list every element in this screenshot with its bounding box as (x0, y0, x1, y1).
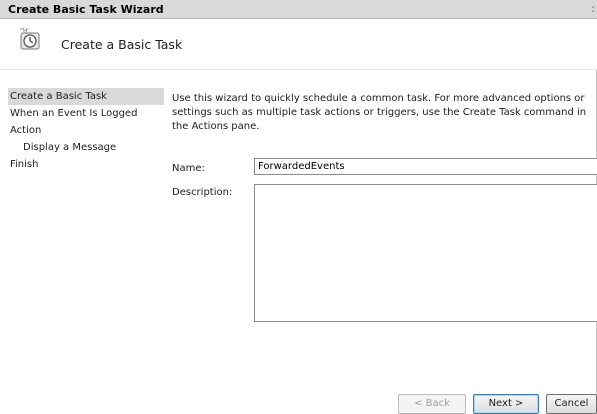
next-button[interactable]: Next > (473, 394, 539, 414)
step-display-message[interactable]: Display a Message (8, 139, 164, 156)
cancel-button[interactable]: Cancel (546, 394, 597, 414)
step-finish[interactable]: Finish (8, 156, 164, 173)
window-title: Create Basic Task Wizard (8, 3, 164, 16)
description-field[interactable] (254, 184, 597, 322)
title-bar[interactable]: Create Basic Task Wizard : (0, 0, 597, 19)
name-field[interactable] (254, 158, 597, 175)
description-label: Description: (172, 187, 233, 198)
page-title: Create a Basic Task (61, 37, 183, 52)
wizard-window: Create Basic Task Wizard : Create a Basi… (0, 0, 597, 414)
wizard-header: Create a Basic Task (0, 19, 597, 70)
close-icon[interactable]: : (591, 2, 595, 15)
step-create-basic-task[interactable]: Create a Basic Task (8, 88, 164, 105)
back-button[interactable]: < Back (398, 394, 466, 414)
intro-text: Use this wizard to quickly schedule a co… (172, 93, 587, 132)
step-action[interactable]: Action (8, 122, 164, 139)
wizard-steps-sidebar: Create a Basic Task When an Event Is Log… (8, 88, 164, 406)
step-when-event-logged[interactable]: When an Event Is Logged (8, 105, 164, 122)
name-label: Name: (172, 163, 205, 174)
task-scheduler-clock-icon (19, 27, 40, 50)
